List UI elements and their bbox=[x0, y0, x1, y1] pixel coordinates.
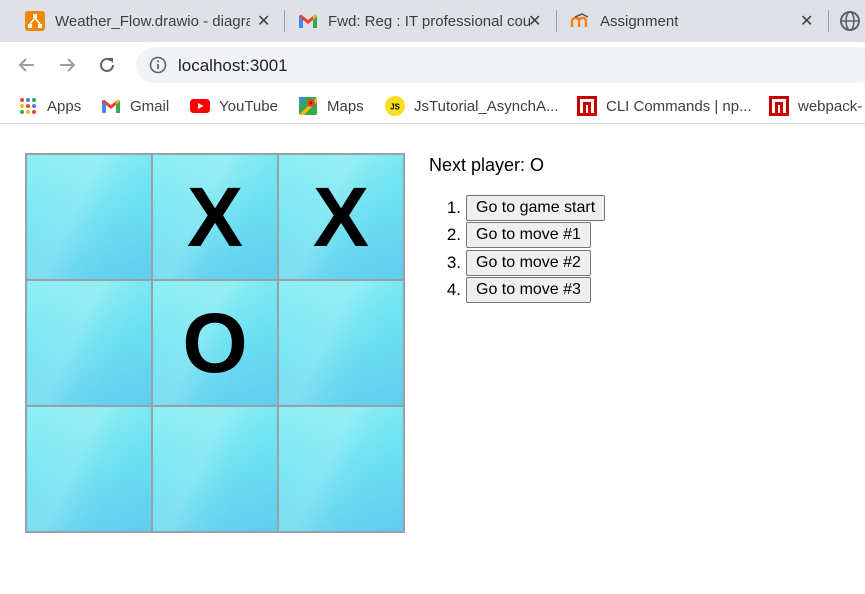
bookmark-label: Maps bbox=[327, 97, 364, 115]
bookmark-apps[interactable]: Apps bbox=[18, 94, 81, 118]
gmail-icon bbox=[298, 11, 318, 31]
tab-title: Weather_Flow.drawio - diagra bbox=[55, 12, 250, 30]
bookmark-label: Gmail bbox=[130, 97, 170, 115]
bookmarks-bar: Apps Gmail YouTube Maps JS JsTutorial_As… bbox=[0, 88, 865, 124]
apps-grid-icon bbox=[18, 96, 38, 116]
move-item: 1. Go to game start bbox=[429, 194, 606, 222]
back-button[interactable] bbox=[15, 53, 39, 77]
square-2[interactable]: X bbox=[278, 154, 404, 280]
close-tab-icon[interactable]: ✕ bbox=[528, 11, 541, 31]
tab-separator bbox=[556, 10, 557, 32]
tab-weather-flow[interactable]: Weather_Flow.drawio - diagra ✕ bbox=[25, 0, 275, 42]
bookmark-maps[interactable]: Maps bbox=[298, 94, 364, 118]
game-info: Next player: O bbox=[429, 155, 544, 176]
close-tab-icon[interactable]: ✕ bbox=[800, 11, 813, 31]
bookmark-webpack[interactable]: webpack- bbox=[769, 94, 862, 118]
move-number: 4. bbox=[446, 280, 461, 300]
next-player-status: Next player: O bbox=[429, 155, 545, 175]
square-7[interactable] bbox=[152, 406, 278, 532]
square-5[interactable] bbox=[278, 280, 404, 406]
maps-icon bbox=[298, 96, 318, 116]
move-history-list: 1. Go to game start 2. Go to move #1 3. … bbox=[429, 194, 606, 305]
go-to-game-start-button[interactable]: Go to game start bbox=[466, 194, 606, 221]
gmail-icon bbox=[101, 96, 121, 116]
moodle-icon bbox=[570, 11, 590, 31]
bookmark-label: webpack- bbox=[798, 97, 863, 115]
back-arrow-icon bbox=[18, 58, 34, 72]
go-to-move-3-button[interactable]: Go to move #3 bbox=[466, 277, 591, 304]
forward-arrow-icon bbox=[60, 58, 76, 72]
bookmark-label: YouTube bbox=[219, 97, 278, 115]
info-icon[interactable] bbox=[149, 56, 167, 74]
reload-button[interactable] bbox=[95, 53, 119, 77]
bookmark-label: Apps bbox=[47, 97, 82, 115]
npm-icon bbox=[577, 96, 597, 116]
bookmark-gmail[interactable]: Gmail bbox=[101, 94, 169, 118]
move-number: 2. bbox=[446, 225, 461, 245]
address-bar[interactable]: localhost:3001 bbox=[136, 47, 865, 83]
forward-button[interactable] bbox=[55, 53, 79, 77]
reload-icon bbox=[100, 57, 114, 72]
game-board: X X O bbox=[25, 153, 405, 533]
tab-separator bbox=[284, 10, 285, 32]
square-6[interactable] bbox=[26, 406, 152, 532]
go-to-move-2-button[interactable]: Go to move #2 bbox=[466, 249, 591, 276]
tab-title: Assignment bbox=[600, 12, 679, 30]
move-number: 1. bbox=[446, 197, 461, 217]
tab-separator bbox=[828, 10, 829, 32]
tab-gmail[interactable]: Fwd: Reg : IT professional cou ✕ bbox=[298, 0, 548, 42]
tab-title: Fwd: Reg : IT professional cou bbox=[328, 12, 532, 30]
youtube-icon bbox=[190, 96, 210, 116]
bookmark-label: JsTutorial_AsynchA... bbox=[414, 97, 559, 115]
tab-strip: Weather_Flow.drawio - diagra ✕ Fwd: Reg … bbox=[0, 0, 865, 42]
go-to-move-1-button[interactable]: Go to move #1 bbox=[466, 222, 591, 249]
bookmark-label: CLI Commands | np... bbox=[606, 97, 752, 115]
square-0[interactable] bbox=[26, 154, 152, 280]
square-4[interactable]: O bbox=[152, 280, 278, 406]
move-item: 4. Go to move #3 bbox=[429, 277, 605, 305]
square-1[interactable]: X bbox=[152, 154, 278, 280]
globe-icon[interactable] bbox=[838, 9, 862, 33]
bookmark-youtube[interactable]: YouTube bbox=[190, 94, 278, 118]
drawio-icon bbox=[25, 11, 45, 31]
move-item: 2. Go to move #1 bbox=[429, 222, 605, 250]
bookmark-jstutorial[interactable]: JS JsTutorial_AsynchA... bbox=[385, 94, 559, 118]
close-tab-icon[interactable]: ✕ bbox=[257, 11, 270, 31]
tab-assignment[interactable]: Assignment ✕ bbox=[570, 0, 820, 42]
url-text[interactable]: localhost:3001 bbox=[178, 56, 288, 76]
square-3[interactable] bbox=[26, 280, 152, 406]
square-8[interactable] bbox=[278, 406, 404, 532]
browser-toolbar: localhost:3001 bbox=[0, 42, 865, 88]
npm-icon bbox=[769, 96, 789, 116]
move-item: 3. Go to move #2 bbox=[429, 249, 605, 277]
js-icon: JS bbox=[385, 96, 405, 116]
move-number: 3. bbox=[446, 252, 461, 272]
bookmark-cli-commands[interactable]: CLI Commands | np... bbox=[577, 94, 752, 118]
svg-text:JS: JS bbox=[390, 103, 400, 112]
